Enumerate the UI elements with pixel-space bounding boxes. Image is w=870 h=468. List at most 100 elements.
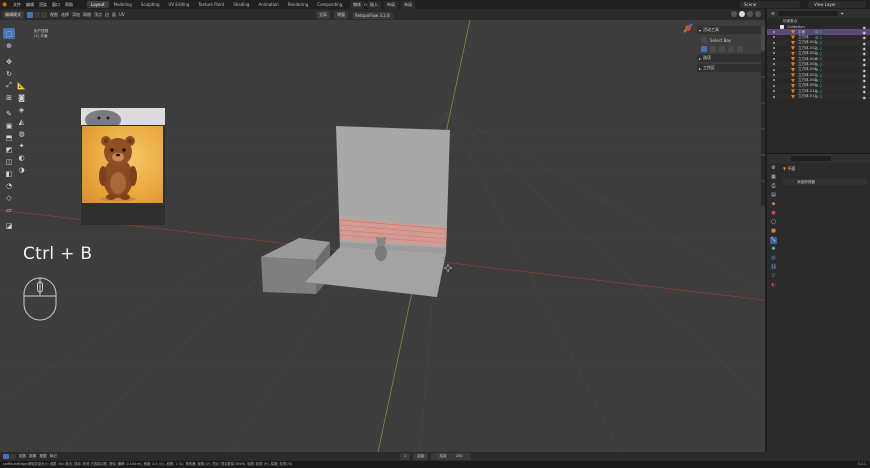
modifier-properties-icon[interactable]: 🔧 xyxy=(770,237,777,244)
sidebar-tab-retopoflow[interactable] xyxy=(761,78,765,102)
scene-properties-icon[interactable]: ◆ xyxy=(770,201,777,208)
bear-figure-object[interactable] xyxy=(375,236,387,261)
outliner-search-input[interactable] xyxy=(777,11,838,16)
workspace-section[interactable]: ▸ 工作区 xyxy=(697,64,761,72)
menu-timeline-view[interactable]: 视图 xyxy=(39,454,46,459)
material-shading-icon[interactable] xyxy=(747,11,753,17)
world-properties-icon[interactable]: ● xyxy=(770,210,777,217)
mode-invert-icon[interactable] xyxy=(728,46,734,52)
funnel-icon[interactable]: ⏷ xyxy=(841,11,844,16)
transform-tool-icon[interactable]: ⊞ xyxy=(3,92,15,103)
menu-keying[interactable]: 抠像 xyxy=(29,454,36,459)
inset-tool-icon[interactable]: ◙ xyxy=(16,92,27,103)
sidebar-tab-view[interactable] xyxy=(761,52,765,76)
menu-view[interactable]: 视图 xyxy=(50,12,58,18)
view-layer-properties-icon[interactable]: ▤ xyxy=(770,192,777,199)
extrude-tool-icon[interactable]: ⬒ xyxy=(3,132,15,143)
data-properties-icon[interactable]: ▽ xyxy=(770,273,777,280)
smooth-tool-icon[interactable]: ◇ xyxy=(3,192,15,203)
modifier-wrench-icon[interactable]: ⚙ ▽ xyxy=(815,47,822,51)
tool-properties-icon[interactable]: ⚙ xyxy=(770,165,777,172)
object-properties-icon[interactable]: ■ xyxy=(770,228,777,235)
add-cube-tool-icon[interactable]: ▣ xyxy=(3,120,15,131)
modifier-wrench-icon[interactable]: ⚙ ▽ xyxy=(815,41,822,45)
spin-tool-icon[interactable]: ◔ xyxy=(3,180,15,191)
to-sphere-tool-icon[interactable]: ◐ xyxy=(16,152,27,163)
output-properties-icon[interactable]: ⎙ xyxy=(770,183,777,190)
menu-edge[interactable]: 边 xyxy=(105,12,109,18)
face-select-icon[interactable] xyxy=(41,11,47,18)
modifier-wrench-icon[interactable]: ⚙ ▽ xyxy=(815,30,822,34)
mode-intersect-icon[interactable] xyxy=(737,46,743,52)
timeline-editor-icon[interactable] xyxy=(3,454,9,459)
3d-viewport[interactable]: 用户透视 (1) 平面 ⬚ ⊕ ✥ ↻ ⤢ ⊞ ✎ ▣ ⬒ ◩ ◫ ◧ ◔ ◇ … xyxy=(0,20,765,452)
sidebar-tab-item[interactable] xyxy=(761,104,765,128)
menu-playback[interactable]: 回放 xyxy=(19,454,26,459)
modifier-wrench-icon[interactable]: ⚙ ▽ xyxy=(815,52,822,56)
tab-modeling[interactable]: Modeling xyxy=(110,1,136,8)
tab-rendering[interactable]: Rendering xyxy=(284,1,312,8)
select-box-tool-icon[interactable]: ⬚ xyxy=(3,28,15,39)
navigation-gizmo-icon[interactable] xyxy=(682,22,694,34)
render-properties-icon[interactable]: ▦ xyxy=(770,174,777,181)
menu-select[interactable]: 选择 xyxy=(61,12,69,18)
mode-extend-icon[interactable] xyxy=(710,46,716,52)
menu-face[interactable]: 面 xyxy=(112,12,116,18)
options-section[interactable]: ▸ 选项 xyxy=(697,54,761,62)
menu-render[interactable]: 渲染 xyxy=(39,2,47,8)
tab-compositing[interactable]: Compositing xyxy=(313,1,346,8)
rotate-tool-icon[interactable]: ↻ xyxy=(3,68,15,79)
top-object-button[interactable]: 物体 xyxy=(350,1,364,9)
shrink-tool-icon[interactable]: ◍ xyxy=(16,128,27,139)
menu-marker[interactable]: 标记 xyxy=(50,454,57,459)
view-layer-selector[interactable]: View Layer xyxy=(808,1,866,8)
rip-region-tool-icon[interactable]: ◑ xyxy=(16,164,27,175)
modifier-wrench-icon[interactable]: ⚙ ▽ xyxy=(815,84,822,88)
material-properties-icon[interactable]: ◐ xyxy=(770,282,777,289)
outliner-row[interactable]: 立方体.011 ⚙ ▽ ◉ xyxy=(767,94,870,100)
menu-uv[interactable]: UV xyxy=(119,12,125,17)
tab-layout[interactable]: Layout xyxy=(87,1,109,8)
scale-tool-icon[interactable]: ⤢ xyxy=(3,80,15,91)
sidebar-tab-screencast[interactable] xyxy=(761,156,765,180)
menu-help[interactable]: 帮助 xyxy=(65,2,73,8)
constraints-properties-icon[interactable]: ⛓ xyxy=(770,264,777,271)
collection-properties-icon[interactable]: ▢ xyxy=(770,219,777,226)
tab-shading[interactable]: Shading xyxy=(229,1,253,8)
modifier-wrench-icon[interactable]: ⚙ ▽ xyxy=(815,68,822,72)
annotate-tool-icon[interactable]: ✎ xyxy=(3,108,15,119)
keying-icon[interactable] xyxy=(10,454,16,459)
tab-animation[interactable]: Animation xyxy=(254,1,282,8)
menu-mesh[interactable]: 网格 xyxy=(83,12,91,18)
cube-object[interactable] xyxy=(261,238,330,294)
push-pull-tool-icon[interactable]: ✦ xyxy=(16,140,27,151)
modifier-wrench-icon[interactable]: ⚙ ▽ xyxy=(815,95,822,99)
blender-logo-icon[interactable]: ◉ xyxy=(0,0,9,9)
menu-edit[interactable]: 编辑 xyxy=(26,2,34,8)
select-box-row[interactable]: Select Box xyxy=(697,36,761,44)
mode-dropdown[interactable]: 编辑模式 xyxy=(2,10,24,19)
mode-subtract-icon[interactable] xyxy=(719,46,725,52)
rendered-shading-icon[interactable] xyxy=(755,11,761,17)
orientation-dropdown[interactable]: 全局 xyxy=(316,11,330,19)
retopoflow-button[interactable]: RetopoFlow 3.2.8 xyxy=(352,11,393,19)
mode-set-icon[interactable] xyxy=(701,46,707,52)
current-frame-field[interactable]: 1 xyxy=(400,453,411,460)
edge-select-icon[interactable] xyxy=(34,11,40,18)
menu-add[interactable]: 添加 xyxy=(72,12,80,18)
sidebar-tab-misc[interactable] xyxy=(761,182,765,206)
loop-cut-tool-icon[interactable]: ◫ xyxy=(3,156,15,167)
active-tool-section[interactable]: ▾ 活动工具 xyxy=(697,26,761,34)
snap-dropdown[interactable]: 增量 xyxy=(334,11,348,19)
measure-tool-icon[interactable]: 📐 xyxy=(16,80,27,91)
backdrop-plane-object[interactable] xyxy=(305,126,450,297)
tab-uv-editing[interactable]: UV Editing xyxy=(165,1,194,8)
sidebar-tab-tool[interactable] xyxy=(761,26,765,50)
particles-properties-icon[interactable]: ✺ xyxy=(770,246,777,253)
properties-search-input[interactable] xyxy=(791,156,831,161)
vertex-select-icon[interactable] xyxy=(27,11,33,18)
solid-shading-icon[interactable] xyxy=(739,11,745,17)
edge-slide-tool-icon[interactable]: ◭ xyxy=(16,116,27,127)
poly-build-tool-icon[interactable]: ◧ xyxy=(3,168,15,179)
modifier-wrench-icon[interactable]: ⚙ ▽ xyxy=(815,74,822,78)
